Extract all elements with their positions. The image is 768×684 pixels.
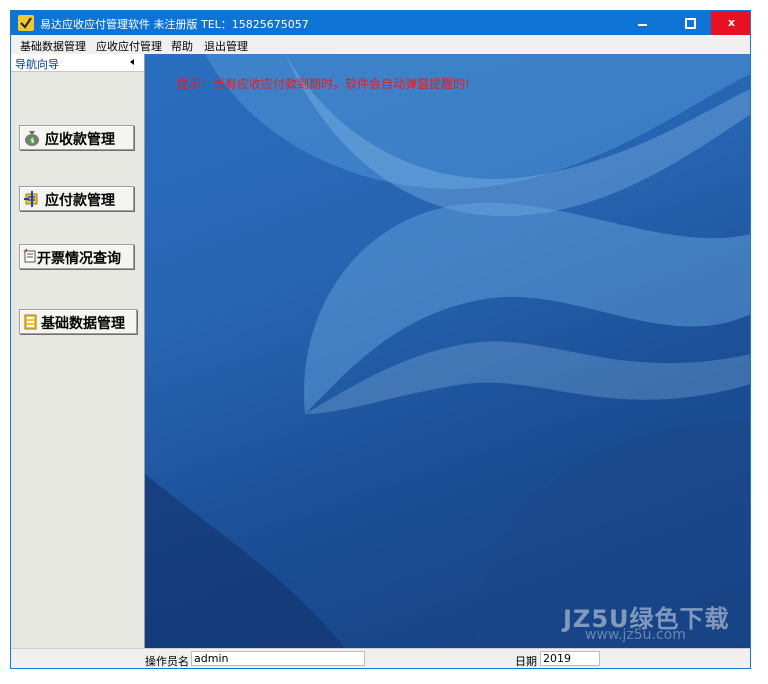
invoice-query-label: 开票情况查询 <box>37 251 121 267</box>
menu-receivable-payable[interactable]: 应收应付管理 <box>96 38 162 54</box>
collapse-arrow-icon[interactable] <box>130 59 134 65</box>
basic-data-management-label: 基础数据管理 <box>41 316 125 332</box>
sidebar-header-label: 导航向导 <box>15 58 59 71</box>
money-bag-icon: $ <box>23 129 41 147</box>
due-reminder-notice: 提示：当有应收应付款到期时，软件会自动弹窗提醒的! <box>177 77 470 91</box>
svg-text:$: $ <box>30 138 34 145</box>
receivable-management-label: 应收款管理 <box>45 132 115 148</box>
payable-management-label: 应付款管理 <box>45 193 115 209</box>
date-field: 2019 <box>540 651 600 666</box>
sidebar-header: 导航向导 <box>11 54 144 72</box>
basic-data-management-button[interactable]: 基础数据管理 <box>19 309 137 334</box>
payment-icon <box>23 190 41 208</box>
database-icon <box>23 313 39 331</box>
minimize-icon <box>638 24 647 26</box>
main-content-area: 提示：当有应收应付款到期时，软件会自动弹窗提醒的! JZ5U绿色下载 www.j… <box>145 54 750 648</box>
app-window: 易达应收应付管理软件 未注册版 TEL：15825675057 x 基础数据管理… <box>10 10 751 669</box>
invoice-icon <box>23 248 37 266</box>
payable-management-button[interactable]: 应付款管理 <box>19 186 134 211</box>
background-wallpaper <box>145 54 750 648</box>
window-title: 易达应收应付管理软件 未注册版 TEL：15825675057 <box>40 18 309 31</box>
minimize-button[interactable] <box>627 11 657 35</box>
maximize-button[interactable] <box>675 11 705 35</box>
menu-basic-data[interactable]: 基础数据管理 <box>20 38 86 54</box>
date-label: 日期 <box>515 655 537 668</box>
menu-exit[interactable]: 退出管理 <box>204 38 248 54</box>
app-logo-icon <box>18 15 34 31</box>
watermark-url: www.jz5u.com <box>585 627 686 643</box>
menu-help[interactable]: 帮助 <box>171 38 193 54</box>
title-bar[interactable]: 易达应收应付管理软件 未注册版 TEL：15825675057 x <box>11 11 750 35</box>
operator-field: admin <box>191 651 365 666</box>
menu-bar: 基础数据管理 应收应付管理 帮助 退出管理 <box>11 35 750 55</box>
maximize-icon <box>685 18 696 29</box>
status-bar: 操作员名 admin 日期 2019 <box>11 648 750 668</box>
navigation-sidebar: 导航向导 $ 应收款管理 应付款管理 开票情况查询 基础数据管理 <box>11 54 145 648</box>
invoice-query-button[interactable]: 开票情况查询 <box>19 244 134 269</box>
operator-label: 操作员名 <box>145 655 189 668</box>
receivable-management-button[interactable]: $ 应收款管理 <box>19 125 134 150</box>
close-button[interactable]: x <box>711 11 750 35</box>
